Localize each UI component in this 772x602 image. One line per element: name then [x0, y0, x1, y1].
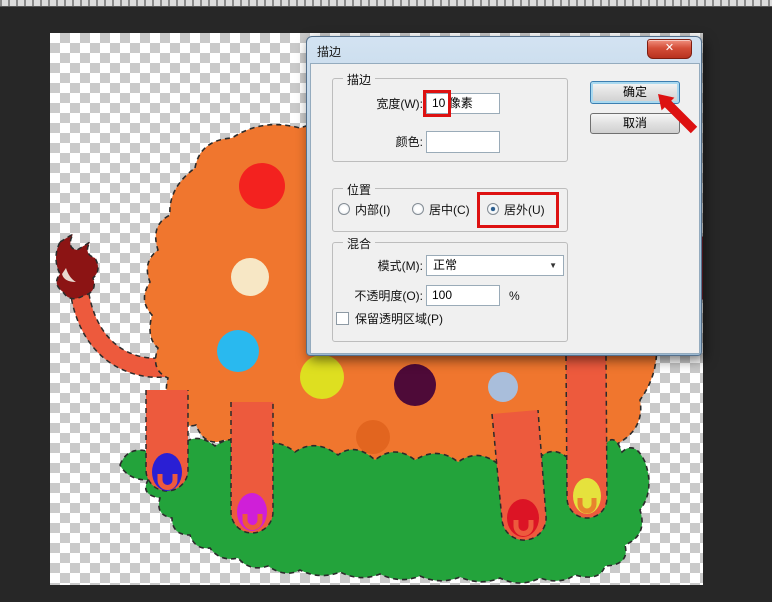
dot-plum — [394, 364, 436, 406]
width-label: 宽度(W): — [341, 96, 423, 112]
annotation-box-outside — [477, 192, 559, 228]
radio-center[interactable] — [412, 203, 424, 215]
preserve-transparency-checkbox[interactable] — [336, 312, 349, 325]
radio-inside-label[interactable]: 内部(I) — [355, 202, 413, 218]
close-icon: ✕ — [665, 42, 674, 54]
stroke-dialog: 描边 ✕ 描边 宽度(W): 10 像素 颜色: 位置 内部(I) — [306, 36, 702, 356]
opacity-input[interactable]: 100 — [426, 285, 500, 306]
opacity-value: 100 — [432, 288, 452, 302]
dot-cyan — [217, 330, 259, 372]
width-unit: 像素 — [449, 96, 473, 110]
dot-cream — [231, 258, 269, 296]
opacity-label: 不透明度(O): — [331, 288, 423, 304]
dialog-title: 描边 — [317, 43, 341, 60]
close-button[interactable]: ✕ — [647, 39, 692, 59]
radio-inside[interactable] — [338, 203, 350, 215]
annotation-arrow — [646, 88, 708, 144]
photoshop-workspace: 描边 ✕ 描边 宽度(W): 10 像素 颜色: 位置 内部(I) — [0, 0, 772, 602]
color-swatch[interactable] — [426, 131, 500, 153]
opacity-unit: % — [509, 288, 529, 304]
dropdown-arrow-icon[interactable]: ▼ — [549, 261, 557, 271]
color-label: 颜色: — [363, 134, 423, 150]
annotation-arrow-shape — [658, 94, 697, 133]
preserve-transparency-label[interactable]: 保留透明区域(P) — [355, 311, 495, 327]
dot-orange — [356, 420, 390, 454]
dot-red — [239, 163, 285, 209]
blend-group-label: 混合 — [343, 235, 375, 252]
position-group-label: 位置 — [343, 181, 375, 198]
top-ruler-strip — [0, 0, 772, 7]
tail-flame-tuft — [56, 234, 98, 299]
dot-yellow — [300, 355, 344, 399]
dot-bluegray — [488, 372, 518, 402]
stroke-group-label: 描边 — [343, 71, 375, 88]
mode-value: 正常 — [433, 258, 457, 272]
mode-label: 模式(M): — [341, 258, 423, 274]
annotation-box-width — [423, 90, 451, 117]
dialog-body: 描边 宽度(W): 10 像素 颜色: 位置 内部(I) 居中(C) 居外(U) — [310, 63, 700, 354]
dialog-titlebar[interactable]: 描边 ✕ — [307, 37, 701, 63]
mode-dropdown[interactable]: 正常 ▼ — [426, 255, 564, 276]
